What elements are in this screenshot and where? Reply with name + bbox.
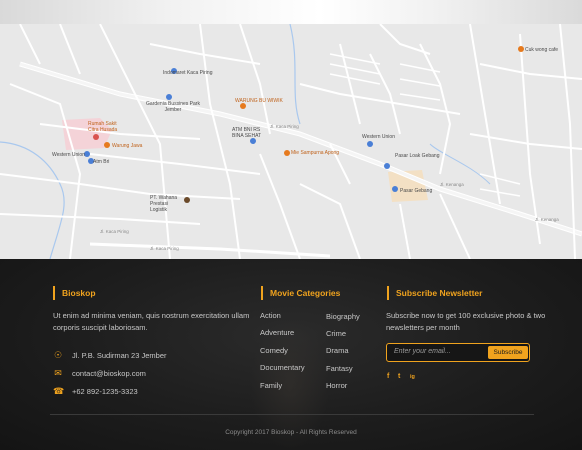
map-label-pasar-gebang: Pasar Gebang [400,188,433,194]
map-label-mie-sampurna: Mie Sampurna Apong [291,150,340,156]
map-label-western-union: Western Union [52,152,85,158]
location-map[interactable]: Indomaret Kaca Piring Gardenia Bussines … [0,24,582,259]
map-road-label: Jl. Kaca Piring [270,124,299,129]
map-label-atm-bni: ATM BNI RS BINA SEHAT [232,127,262,139]
map-marker-rumah-sakit-icon[interactable] [93,134,99,140]
footer-phone[interactable]: ☎ +62 892-1235-3323 [53,385,138,397]
footer-newsletter-title: Subscribe Newsletter [387,286,482,300]
twitter-icon[interactable]: t [398,373,400,381]
map-marker-pasar-loak-icon[interactable] [384,163,390,169]
map-label-gardenia: Gardenia Bussines Park Jember [146,101,200,113]
map-label-atm-bri: Atm Bri [93,159,110,165]
footer-email[interactable]: ✉ contact@bioskop.com [53,367,146,379]
category-link-comedy[interactable]: Comedy [260,346,288,356]
category-link-drama[interactable]: Drama [326,346,349,356]
footer-divider [50,414,534,415]
footer-categories-title: Movie Categories [261,286,340,300]
copyright-text: Copyright 2017 Bioskop - All Rights Rese… [225,429,357,436]
map-marker-western-union-2-icon[interactable] [367,141,373,147]
phone-text[interactable]: +62 892-1235-3323 [72,387,138,396]
map-road-label: Jl. Kaca Piring [150,246,179,251]
map-marker-icon: ☉ [53,350,63,360]
map-road-label: Jl. Kaca Piring [100,229,129,234]
category-link-crime[interactable]: Crime [326,329,346,339]
map-marker-warung-jawa-icon[interactable] [104,142,110,148]
category-link-action[interactable]: Action [260,311,281,321]
footer-brand-title: Bioskop [53,286,96,300]
map-marker-pasar-gebang-icon[interactable] [392,186,398,192]
facebook-icon[interactable]: f [387,373,389,381]
category-link-horror[interactable]: Horror [326,381,347,391]
footer-address: ☉ Jl. P.B. Sudirman 23 Jember [53,349,167,361]
category-link-documentary[interactable]: Documentary [260,363,305,373]
address-text: Jl. P.B. Sudirman 23 Jember [72,351,167,360]
map-roads [0,24,582,259]
map-label-indomaret: Indomaret Kaca Piring [163,70,213,76]
map-label-pt-wahana: PT. Wahana Prestasi Logistik [150,195,178,213]
map-label-warung-jawa: Warung Jawa [112,143,143,149]
category-link-fantasy[interactable]: Fantasy [326,364,353,374]
footer-about-text: Ut enim ad minima veniam, quis nostrum e… [53,311,250,332]
map-marker-cuk-wong-icon[interactable] [518,46,524,52]
map-marker-mie-sampurna-icon[interactable] [284,150,290,156]
hero-image-strip [0,0,582,24]
category-link-adventure[interactable]: Adventure [260,328,294,338]
map-label-western-union-2: Western Union [362,134,395,140]
instagram-icon[interactable]: ig [410,373,415,381]
map-road-label: Jl. Kenanga [535,217,559,222]
map-label-warung-bu-wiwik: WARUNG BU WIWIK [235,98,283,104]
subscribe-button[interactable]: Subscribe [488,346,528,359]
map-label-cuk-wong: Cuk wong cafe [525,47,559,53]
phone-icon: ☎ [53,386,65,396]
category-link-biography[interactable]: Biography [326,312,360,322]
map-marker-gardenia-icon[interactable] [166,94,172,100]
map-marker-pt-wahana-icon[interactable] [184,197,190,203]
map-label-pasar-loak: Pasar Loak Gebang [395,153,440,159]
newsletter-description: Subscribe now to get 100 exclusive photo… [386,311,546,332]
email-text[interactable]: contact@bioskop.com [72,369,146,378]
map-road-label: Jl. Kenanga [440,182,464,187]
map-label-rumah-sakit: Rumah Sakit Citra Husada [88,121,118,133]
envelope-icon: ✉ [54,368,62,378]
email-placeholder: Enter your email... [394,348,451,355]
category-link-family[interactable]: Family [260,381,282,391]
